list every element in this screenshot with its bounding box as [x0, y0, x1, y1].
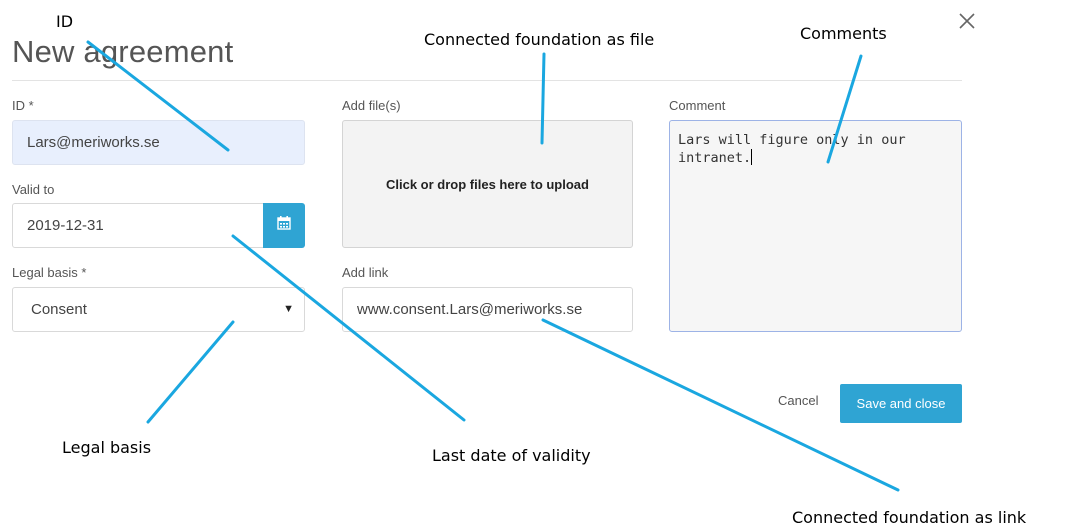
annotation-line-comments: [826, 54, 863, 164]
annotation-id: ID: [56, 12, 74, 31]
annotation-file: Connected foundation as file: [424, 30, 655, 49]
annotation-link: Connected foundation as link: [792, 508, 1027, 527]
annotation-line-link: [541, 318, 900, 492]
annotation-line-id: [86, 40, 230, 152]
annotation-comments: Comments: [800, 24, 887, 43]
annotation-line-validity: [231, 234, 466, 422]
annotation-line-file: [540, 52, 546, 145]
annotation-legal-basis: Legal basis: [62, 438, 152, 457]
annotation-validity: Last date of validity: [432, 446, 591, 465]
annotation-line-legal-basis: [146, 320, 235, 424]
